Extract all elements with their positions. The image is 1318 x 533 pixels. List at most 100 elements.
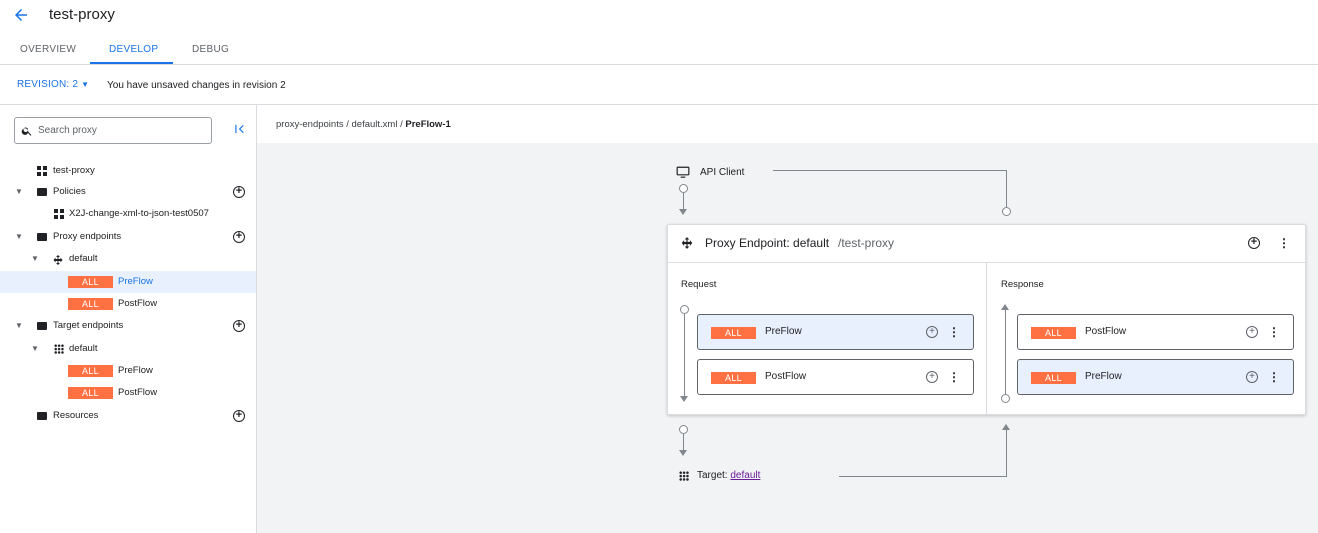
all-badge: ALL: [68, 276, 113, 288]
add-step-icon[interactable]: +: [926, 371, 938, 383]
response-flow-preflow[interactable]: ALL PreFlow + ⋮: [1017, 359, 1294, 395]
tree-item-proxy-endpoints[interactable]: ▼ Proxy endpoints +: [0, 226, 256, 248]
more-vert-icon[interactable]: ⋮: [1268, 371, 1280, 383]
connector-node: [679, 425, 688, 434]
unsaved-changes-message: You have unsaved changes in revision 2: [107, 80, 286, 91]
folder-icon: [37, 233, 47, 241]
target-default-link[interactable]: default: [730, 470, 760, 481]
tree-label: default: [69, 343, 98, 354]
response-flow-postflow[interactable]: ALL PostFlow + ⋮: [1017, 314, 1294, 350]
collapse-sidebar-icon[interactable]: [233, 122, 247, 139]
request-flow-postflow[interactable]: ALL PostFlow + ⋮: [697, 359, 974, 395]
tree-item-target-default[interactable]: ▼ default: [0, 338, 256, 360]
all-badge: ALL: [68, 387, 113, 399]
tree-item-proxy-default[interactable]: ▼ default: [0, 248, 256, 270]
flow-label: PostFlow: [1085, 326, 1127, 337]
add-policy-icon[interactable]: +: [233, 186, 245, 198]
folder-icon: [37, 412, 47, 420]
folder-icon: [37, 188, 47, 196]
expand-arrow-icon[interactable]: ▼: [15, 315, 23, 337]
folder-icon: [37, 322, 47, 330]
expand-arrow-icon[interactable]: ▼: [31, 338, 39, 360]
back-arrow-icon[interactable]: [12, 6, 34, 26]
tree-item-policies[interactable]: ▼ Policies +: [0, 181, 256, 203]
connector-line: [1005, 310, 1006, 394]
tab-overview[interactable]: OVERVIEW: [20, 44, 76, 55]
flow-label: PreFlow: [765, 326, 802, 337]
arrow-down-icon: [679, 450, 687, 456]
connector-node: [1002, 207, 1011, 216]
tree-item-policy[interactable]: X2J-change-xml-to-json-test0507: [0, 203, 256, 225]
all-badge: ALL: [68, 298, 113, 310]
tree-item-target-postflow[interactable]: ALL PostFlow: [0, 382, 256, 404]
breadcrumb-path: proxy-endpoints / default.xml /: [276, 119, 406, 130]
search-placeholder: Search proxy: [38, 125, 97, 136]
expand-arrow-icon[interactable]: ▼: [15, 181, 23, 203]
request-label: Request: [681, 279, 717, 290]
add-target-endpoint-icon[interactable]: +: [233, 320, 245, 332]
tree-label: Resources: [53, 410, 99, 421]
card-divider: [986, 263, 987, 414]
target-label: Target:: [697, 470, 728, 481]
all-badge: ALL: [711, 327, 756, 339]
policy-icon: [54, 209, 64, 219]
tree-item-resources[interactable]: Resources +: [0, 405, 256, 427]
caret-down-icon: ▼: [81, 80, 90, 89]
tree-item-proxy-postflow[interactable]: ALL PostFlow: [0, 293, 256, 315]
proxy-endpoint-card: Proxy Endpoint: default /test-proxy + ⋮ …: [667, 224, 1306, 415]
add-step-icon[interactable]: +: [1246, 371, 1258, 383]
connector-line: [839, 476, 1007, 477]
tab-develop[interactable]: DEVELOP: [109, 44, 158, 55]
tree-item-target-endpoints[interactable]: ▼ Target endpoints +: [0, 315, 256, 337]
connector-line: [1006, 170, 1007, 207]
page-title: test-proxy: [49, 6, 115, 23]
proxy-icon: [37, 166, 47, 176]
more-vert-icon[interactable]: ⋮: [948, 371, 960, 383]
target-grid-icon: [54, 344, 64, 354]
connector-line: [1006, 430, 1007, 476]
flow-label: PreFlow: [1085, 371, 1122, 382]
target-grid-icon: [679, 471, 689, 481]
revision-label: REVISION: 2: [17, 79, 79, 90]
all-badge: ALL: [1031, 327, 1076, 339]
add-resource-icon[interactable]: +: [233, 410, 245, 422]
all-badge: ALL: [68, 365, 113, 377]
revision-dropdown[interactable]: REVISION: 2 ▼: [17, 79, 89, 90]
endpoint-title: Proxy Endpoint: default: [705, 236, 830, 250]
tree-label: PreFlow: [118, 365, 153, 376]
tree-label: default: [69, 253, 98, 264]
add-step-icon[interactable]: +: [926, 326, 938, 338]
request-flow-preflow[interactable]: ALL PreFlow + ⋮: [697, 314, 974, 350]
connector-line: [683, 193, 684, 209]
tab-debug[interactable]: DEBUG: [192, 44, 229, 55]
all-badge: ALL: [711, 372, 756, 384]
app-header: [0, 0, 1318, 65]
tree-item-test-proxy[interactable]: test-proxy: [0, 160, 256, 182]
more-vert-icon[interactable]: ⋮: [1278, 237, 1290, 249]
connector-line: [773, 170, 1007, 171]
tree-label: PostFlow: [118, 298, 158, 309]
expand-arrow-icon[interactable]: ▼: [15, 226, 23, 248]
tree-item-proxy-preflow[interactable]: ALL PreFlow: [0, 271, 256, 293]
more-vert-icon[interactable]: ⋮: [948, 326, 960, 338]
api-client-label: API Client: [700, 167, 745, 178]
tree-label: test-proxy: [53, 165, 95, 176]
tree-item-target-preflow[interactable]: ALL PreFlow: [0, 360, 256, 382]
more-vert-icon[interactable]: ⋮: [1268, 326, 1280, 338]
arrow-down-icon: [680, 396, 688, 402]
connector-node: [680, 305, 689, 314]
arrow-down-icon: [679, 209, 687, 215]
add-flow-icon[interactable]: +: [1248, 237, 1260, 249]
monitor-icon: [676, 166, 690, 184]
search-input[interactable]: Search proxy: [14, 117, 212, 144]
tree-label: PreFlow: [118, 276, 153, 287]
expand-arrow-icon[interactable]: ▼: [31, 248, 39, 270]
endpoint-path: /test-proxy: [838, 236, 895, 250]
move-icon: [680, 236, 694, 255]
add-proxy-endpoint-icon[interactable]: +: [233, 231, 245, 243]
tree-label: X2J-change-xml-to-json-test0507: [69, 208, 209, 219]
tree-label: PostFlow: [118, 387, 158, 398]
connector-node: [679, 184, 688, 193]
active-tab-indicator: [90, 62, 173, 64]
add-step-icon[interactable]: +: [1246, 326, 1258, 338]
